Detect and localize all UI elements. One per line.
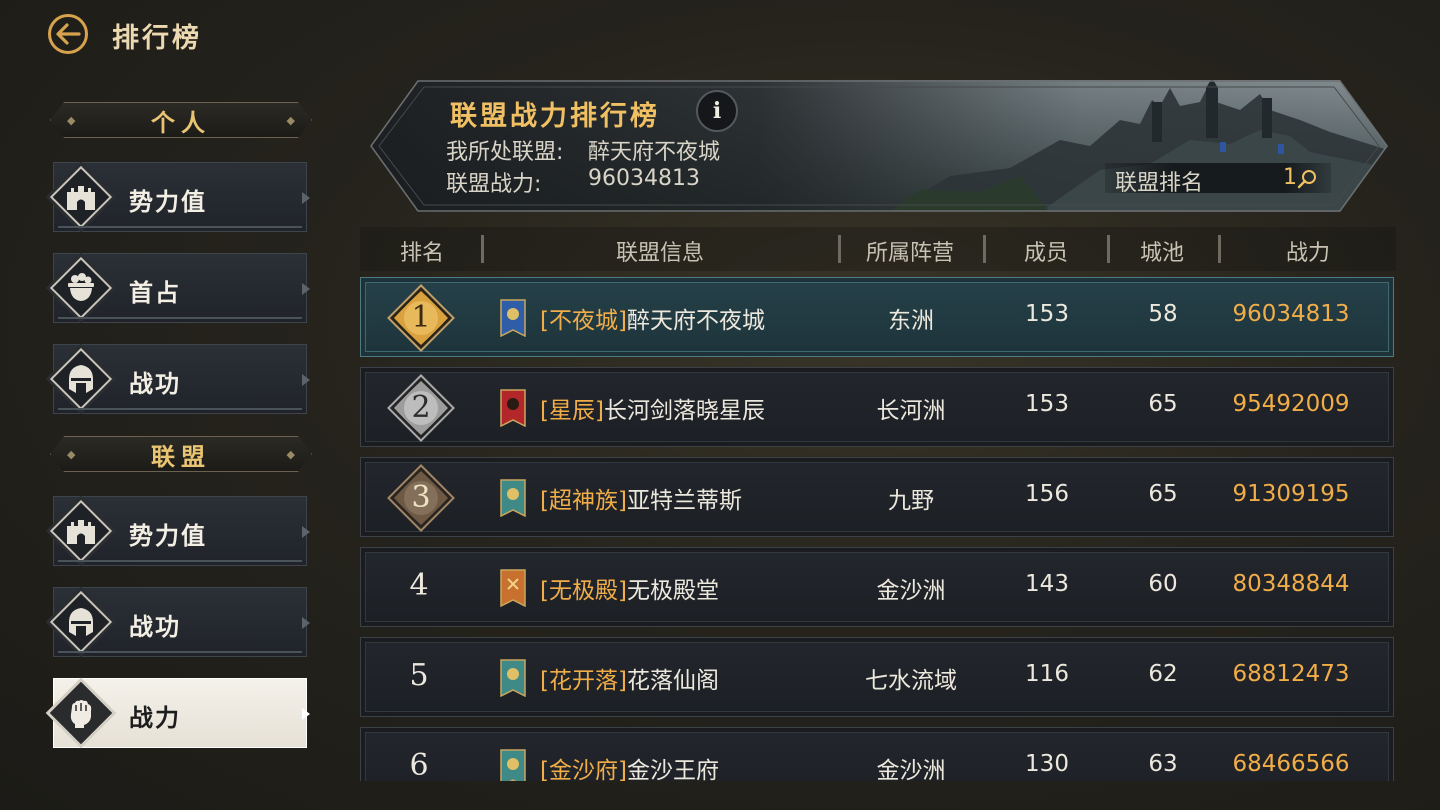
- bronze-medal-icon: 3: [386, 463, 456, 533]
- cities-cell: 63: [1148, 751, 1178, 777]
- alliance-flag-icon: [500, 749, 526, 781]
- power-cell: 91309195: [1232, 481, 1350, 507]
- alliance-tag: [无极殿]: [540, 578, 627, 604]
- members-cell: 156: [1025, 481, 1069, 507]
- alliance-tag: [金沙府]: [540, 758, 627, 781]
- power-cell: 96034813: [1232, 301, 1350, 327]
- alliance-flag-icon: [500, 299, 526, 337]
- alliance-flag-icon: [500, 659, 526, 697]
- table-row[interactable]: 6 [金沙府]金沙王府 金沙洲 130 63 68466566: [360, 727, 1394, 781]
- rank-number: 4: [409, 568, 429, 603]
- rank-number: 3: [411, 480, 431, 515]
- silver-medal-icon: 2: [386, 373, 456, 443]
- camp-cell: 金沙洲: [876, 578, 946, 604]
- alliance-name: 花落仙阁: [626, 668, 719, 694]
- alliance-name: 亚特兰蒂斯: [626, 488, 742, 514]
- table-row[interactable]: 1 [不夜城]醉天府不夜城 东洲 153 58 96034813: [360, 277, 1394, 357]
- table-row[interactable]: 2 [星辰]长河剑落晓星辰 长河洲 153 65 95492009: [360, 367, 1394, 447]
- rank-number: 5: [409, 658, 429, 693]
- table-row[interactable]: 4 [无极殿]无极殿堂 金沙洲 143 60 80348844: [360, 547, 1394, 627]
- camp-cell: 长河洲: [876, 398, 946, 424]
- alliance-name: 醉天府不夜城: [626, 308, 765, 334]
- alliance-name: 无极殿堂: [626, 578, 719, 604]
- cities-cell: 65: [1148, 481, 1178, 507]
- camp-cell: 九野: [888, 488, 934, 514]
- power-cell: 95492009: [1232, 391, 1350, 417]
- alliance-name: 金沙王府: [626, 758, 719, 781]
- alliance-flag-icon: [500, 569, 526, 607]
- power-cell: 68466566: [1232, 751, 1350, 777]
- table-row[interactable]: 5 [花开落]花落仙阁 七水流域 116 62 68812473: [360, 637, 1394, 717]
- camp-cell: 金沙洲: [876, 758, 946, 781]
- alliance-info: [金沙府]金沙王府: [540, 751, 719, 781]
- alliance-tag: [花开落]: [540, 668, 627, 694]
- alliance-tag: [不夜城]: [540, 308, 627, 334]
- alliance-info: [星辰]长河剑落晓星辰: [540, 391, 765, 425]
- cities-cell: 58: [1148, 301, 1178, 327]
- members-cell: 153: [1025, 301, 1069, 327]
- power-cell: 80348844: [1232, 571, 1350, 597]
- rank-number: 2: [411, 390, 431, 425]
- members-cell: 153: [1025, 391, 1069, 417]
- power-cell: 68812473: [1232, 661, 1350, 687]
- alliance-flag-icon: [500, 479, 526, 517]
- cities-cell: 65: [1148, 391, 1178, 417]
- cities-cell: 60: [1148, 571, 1178, 597]
- alliance-info: [不夜城]醉天府不夜城: [540, 301, 765, 335]
- members-cell: 130: [1025, 751, 1069, 777]
- alliance-tag: [超神族]: [540, 488, 627, 514]
- members-cell: 143: [1025, 571, 1069, 597]
- alliance-info: [花开落]花落仙阁: [540, 661, 719, 695]
- table-row[interactable]: 3 [超神族]亚特兰蒂斯 九野 156 65 91309195: [360, 457, 1394, 537]
- camp-cell: 七水流域: [865, 668, 957, 694]
- rank-number: 1: [411, 300, 431, 335]
- alliance-flag-icon: [500, 389, 526, 427]
- members-cell: 116: [1025, 661, 1069, 687]
- camp-cell: 东洲: [888, 308, 934, 334]
- alliance-info: [超神族]亚特兰蒂斯: [540, 481, 742, 515]
- rank-number: 6: [409, 748, 429, 781]
- alliance-name: 长河剑落晓星辰: [603, 398, 765, 424]
- gold-medal-icon: 1: [386, 283, 456, 353]
- cities-cell: 62: [1148, 661, 1178, 687]
- alliance-tag: [星辰]: [540, 398, 604, 424]
- alliance-info: [无极殿]无极殿堂: [540, 571, 719, 605]
